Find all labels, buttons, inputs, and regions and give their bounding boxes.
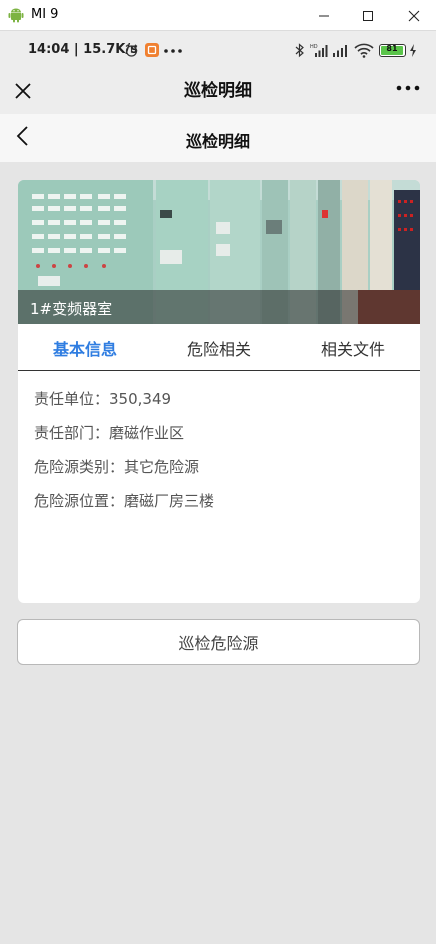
hazard-location: 危险源位置：磨磁厂房三楼 <box>34 492 215 510</box>
photo-caption-bar: 1#变频器室 <box>18 290 420 324</box>
basic-info-list: 责任单位：350,349 责任部门：磨磁作业区 危险源类别：其它危险源 危险源位… <box>34 388 404 524</box>
responsible-department: 责任部门：磨磁作业区 <box>34 424 185 442</box>
wifi-icon <box>354 43 374 58</box>
tab-hazard-related[interactable]: 危险相关 <box>152 336 286 360</box>
charging-icon <box>410 44 416 57</box>
bluetooth-icon <box>295 43 304 58</box>
signal-icon <box>333 45 347 57</box>
window-title: MI 9 <box>31 7 59 22</box>
close-icon <box>408 10 420 21</box>
signal-hd-icon: HD <box>310 44 328 57</box>
page-title: 巡检明细 <box>185 132 250 151</box>
hazard-info-card: 1#变频器室 基本信息 危险相关 相关文件 责任单位：350,349 责任部门：… <box>18 180 420 603</box>
room-photo: 1#变频器室 <box>18 180 420 324</box>
phone-status-bar: 14:04 | 15.7K/s HD 81 <box>0 31 436 71</box>
battery-icon: 81 <box>379 44 406 57</box>
page-header: 巡检明细 <box>0 114 436 162</box>
close-window-button[interactable] <box>392 0 436 31</box>
alarm-clock-icon <box>125 44 138 57</box>
emulator-title-bar: MI 9 <box>0 0 436 31</box>
tab-related-files[interactable]: 相关文件 <box>286 336 420 360</box>
android-icon <box>8 8 24 23</box>
tab-basic-info[interactable]: 基本信息 <box>18 336 152 360</box>
room-name: 1#变频器室 <box>30 300 113 318</box>
wechat-nav-bar: 巡检明细 <box>0 71 436 114</box>
status-time: 14:04 | 15.7K/s <box>28 42 138 57</box>
app-notification-icon <box>145 43 159 57</box>
svg-text:HD: HD <box>310 44 318 50</box>
more-notifications-icon <box>164 49 182 53</box>
maximize-button[interactable] <box>346 0 390 31</box>
minimize-icon <box>319 15 329 16</box>
responsible-unit: 责任单位：350,349 <box>34 390 172 408</box>
inspect-hazard-button[interactable]: 巡检危险源 <box>17 619 420 665</box>
hazard-category: 危险源类别：其它危险源 <box>34 458 200 476</box>
minimize-button[interactable] <box>302 0 346 31</box>
maximize-icon <box>363 10 373 21</box>
info-tabs: 基本信息 危险相关 相关文件 <box>18 324 420 371</box>
wechat-nav-title: 巡检明细 <box>184 81 252 101</box>
more-menu-icon[interactable] <box>394 75 422 97</box>
battery-level: 81 <box>386 44 398 53</box>
